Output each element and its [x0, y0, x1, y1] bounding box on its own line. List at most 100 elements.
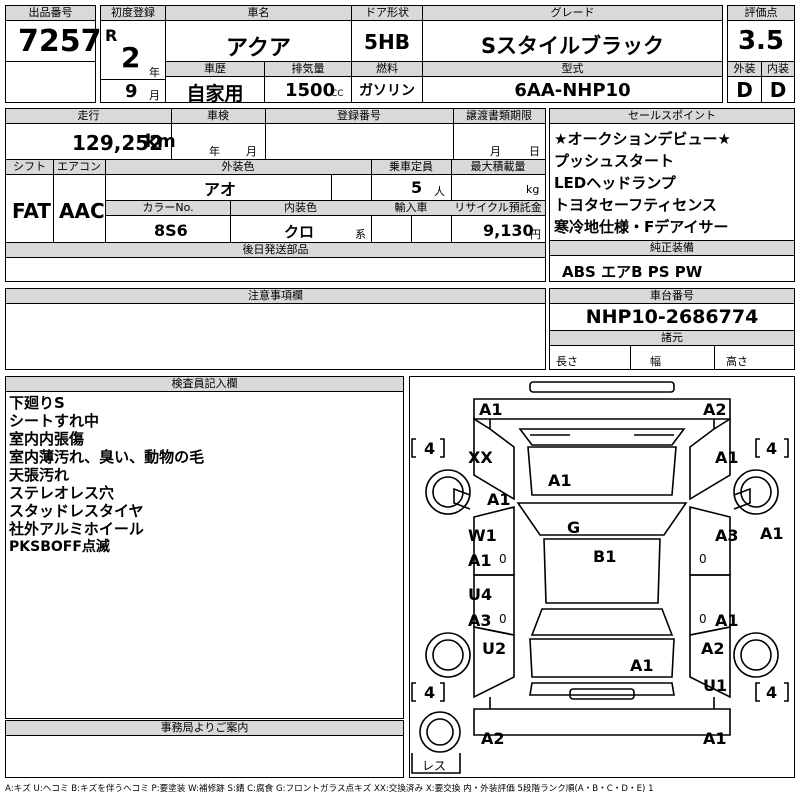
load-label: 最大積載量 — [451, 160, 545, 175]
inspector-note: 天張汚れ — [9, 466, 70, 484]
shift-label: シフト — [6, 160, 53, 175]
regno-label: 登録番号 — [265, 109, 453, 124]
fuel-box: 燃料 ガソリン — [351, 61, 423, 103]
label-rear-fender-left: U2 — [482, 639, 507, 658]
label-roof: G — [567, 518, 581, 537]
lot-number: 7257 — [18, 24, 102, 59]
inspector-note: シートすれ中 — [9, 412, 100, 430]
inspector-note: 室内内張傷 — [9, 430, 85, 448]
history-label: 車歴 — [166, 62, 264, 77]
interior-color-value: クロ — [284, 223, 315, 241]
label-roof-b: B1 — [593, 547, 617, 566]
chassis-value: NHP10-2686774 — [585, 306, 759, 328]
lot-label: 出品番号 — [6, 6, 95, 21]
lot-blank — [5, 61, 96, 103]
shift-value: FAT — [12, 199, 51, 223]
displacement-unit: CC — [331, 89, 344, 99]
label-rear-door-right: A1 — [715, 611, 739, 630]
caution-label: 注意事項欄 — [6, 289, 545, 304]
door-label: ドア形状 — [352, 6, 422, 21]
colorno-label: カラーNo. — [106, 201, 230, 216]
sales-box: セールスポイント ★オークションデビュー★ プッシュスタート LEDヘッドランプ… — [549, 108, 795, 241]
recycle-unit: 円 — [530, 228, 541, 241]
displacement-box: 排気量 1500 CC — [264, 61, 352, 103]
ac-label: エアコン — [53, 160, 105, 175]
model-label: 型式 — [423, 62, 722, 77]
fuel-label: 燃料 — [352, 62, 422, 77]
car-name-box: 車名 アクア — [165, 5, 352, 62]
sales-item: トヨタセーフティセンス — [554, 196, 717, 214]
label-rear-left: A2 — [481, 729, 505, 748]
label-front-left: A1 — [479, 400, 503, 419]
caution-box: 注意事項欄 — [5, 288, 546, 370]
car-name-label: 車名 — [166, 6, 351, 21]
transfer-day-unit: 日 — [529, 145, 540, 158]
transfer-label: 譲渡書類期限 — [453, 109, 545, 124]
load-unit: kg — [526, 183, 540, 196]
history-box: 車歴 自家用 — [165, 61, 265, 105]
label-front-door-left-top: W1 — [468, 526, 497, 545]
label-rear-door-left-top: U4 — [468, 585, 493, 604]
import-label: 輸入車 — [371, 201, 451, 216]
sales-label: セールスポイント — [550, 109, 794, 124]
vehicle-info-box: 走行 車検 登録番号 譲渡書類期限 129,252 km 年 月 月 日 シフト… — [5, 108, 546, 282]
color-label: 外装色 — [105, 160, 371, 175]
inspector-note: 社外アルミホイール — [9, 520, 144, 538]
car-outline — [411, 381, 789, 774]
office-box: 事務局よりご案内 — [5, 720, 404, 778]
exterior-value: D — [736, 78, 753, 102]
door-value: 5HB — [364, 30, 410, 54]
score-label: 評価点 — [728, 6, 794, 21]
sales-item: 寒冷地仕様・Fデアイサー — [554, 218, 729, 236]
length-label: 長さ — [556, 355, 578, 368]
interior-label: 内装 — [762, 62, 794, 77]
reg-year: 2 — [121, 41, 141, 74]
color-value: アオ — [203, 180, 236, 199]
tire-rr-value: 4 — [766, 683, 778, 702]
grade-label: グレード — [423, 6, 722, 21]
first-reg-label: 初度登録 — [101, 6, 165, 21]
label-fender-left-low: A1 — [487, 490, 511, 509]
displacement-label: 排気量 — [265, 62, 351, 77]
interior-box: 内装 D — [761, 61, 795, 103]
interior-color-unit: 系 — [355, 228, 366, 241]
grade-box: グレード Sスタイルブラック — [422, 5, 723, 62]
sales-item: プッシュスタート — [554, 152, 675, 170]
insp-year-unit: 年 — [209, 145, 220, 158]
legend: A:キズ U:ヘコミ B:キズを伴うヘコミ P:要塗装 W:補修跡 S:錆 C:… — [5, 784, 654, 794]
inspector-note: 下廻りS — [9, 394, 65, 412]
inspection-label: 車検 — [171, 109, 265, 124]
height-label: 高さ — [726, 355, 748, 368]
capacity-label: 乗車定員 — [371, 160, 451, 175]
inspector-note: PKSBOFF点滅 — [9, 539, 110, 555]
exterior-box: 外装 D — [727, 61, 762, 103]
label-trunk: A1 — [630, 656, 654, 675]
label-xx: XX — [468, 448, 493, 467]
fuel-value: ガソリン — [359, 83, 415, 99]
colorno-value: 8S6 — [154, 221, 188, 240]
interior-value: D — [769, 78, 787, 102]
year-unit: 年 — [149, 66, 160, 79]
equipment-label: 純正装備 — [550, 241, 794, 256]
month-unit: 月 — [149, 89, 160, 102]
inspector-note: スタッドレスタイヤ — [9, 502, 144, 520]
label-rear-door-left-bot: A3 — [468, 611, 492, 630]
label-fender-right: A1 — [715, 448, 739, 467]
spare-label: レス — [422, 759, 447, 773]
score-value: 3.5 — [737, 26, 785, 56]
lot-box: 出品番号 7257 — [5, 5, 102, 62]
mileage-unit: km — [145, 131, 176, 152]
reg-month-box: 9 月 — [100, 79, 166, 103]
inspector-label: 検査員記入欄 — [6, 377, 403, 392]
recycle-value: 9,130 — [483, 221, 534, 240]
later-label: 後日発送部品 — [6, 243, 545, 258]
inspector-box: 検査員記入欄 下廻りS シートすれ中 室内内張傷 室内薄汚れ、臭い、動物の毛 天… — [5, 376, 404, 719]
capacity-unit: 人 — [434, 185, 445, 198]
model-value: 6AA-NHP10 — [514, 80, 631, 101]
mileage-label: 走行 — [6, 109, 171, 124]
interior-color-label: 内装色 — [230, 201, 371, 216]
door-box: ドア形状 5HB — [351, 5, 423, 62]
label-front-door-left-bot: A1 — [468, 551, 492, 570]
car-name: アクア — [226, 36, 291, 61]
transfer-month-unit: 月 — [490, 145, 501, 158]
